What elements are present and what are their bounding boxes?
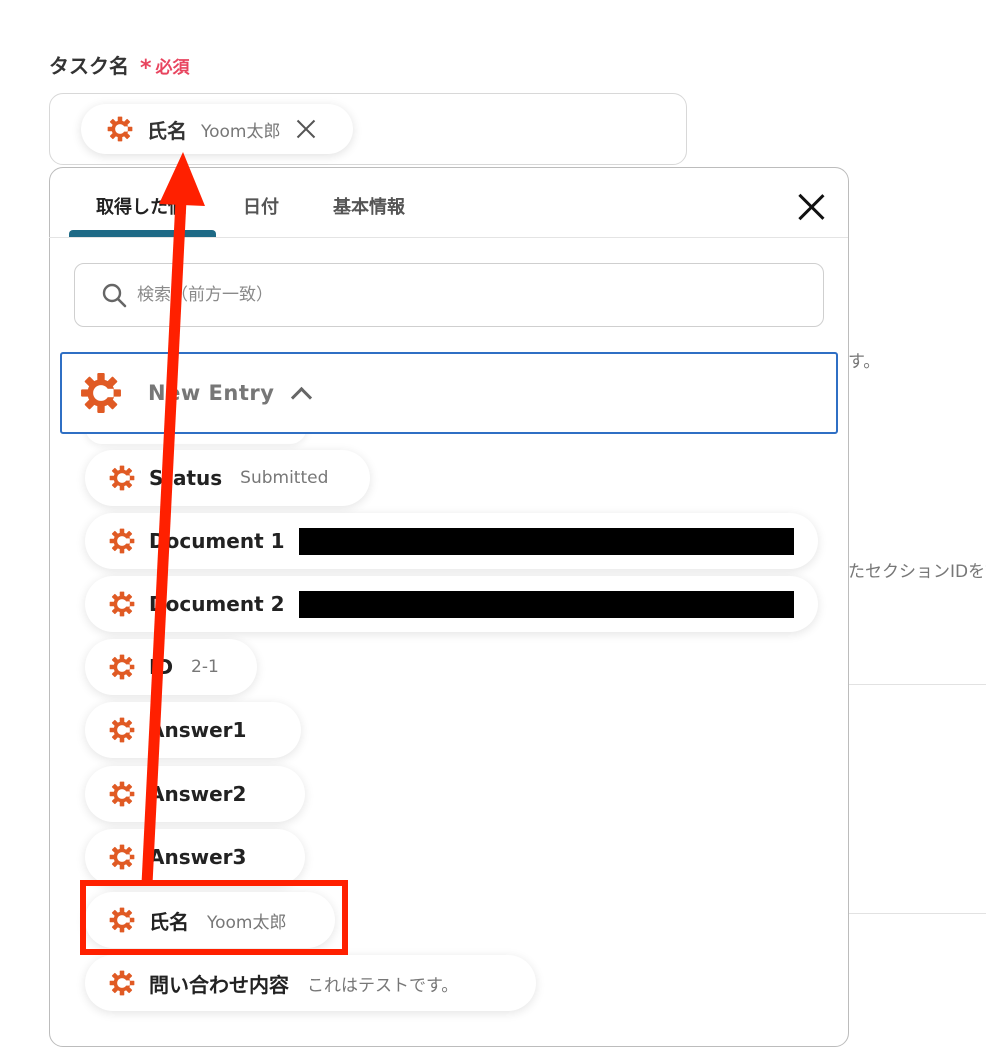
list-item-id[interactable]: ID 2-1 bbox=[85, 639, 257, 695]
required-indicator: * 必須 bbox=[139, 56, 190, 81]
tab-date[interactable]: 日付 bbox=[243, 193, 279, 219]
search-icon bbox=[102, 283, 127, 308]
chip-name: 氏名 bbox=[147, 118, 187, 143]
item-value: これはテストです。 bbox=[307, 975, 459, 996]
gear-c-icon bbox=[109, 907, 135, 933]
item-name: Answer2 bbox=[149, 782, 247, 806]
search-box[interactable] bbox=[74, 263, 824, 327]
list-item-answer3[interactable]: Answer3 bbox=[85, 829, 305, 885]
item-name: Document 2 bbox=[149, 592, 285, 616]
item-name: Answer3 bbox=[149, 845, 247, 869]
gear-c-icon bbox=[80, 372, 122, 414]
item-value: Yoom太郎 bbox=[207, 912, 287, 933]
item-name: Document 1 bbox=[149, 529, 285, 553]
gear-c-icon bbox=[109, 465, 135, 491]
field-value-chip[interactable]: 氏名 Yoom太郎 bbox=[81, 104, 353, 154]
chip-value: Yoom太郎 bbox=[201, 121, 281, 142]
gear-c-icon bbox=[107, 116, 133, 142]
tab-acquired-values[interactable]: 取得した値 bbox=[96, 193, 186, 219]
item-value: 2-1 bbox=[191, 657, 219, 677]
list-item-answer1[interactable]: Answer1 bbox=[85, 702, 301, 758]
list-item-inquiry-content[interactable]: 問い合わせ内容 これはテストです。 bbox=[85, 955, 536, 1011]
background-text: す。 bbox=[848, 352, 881, 372]
list-item-document-1[interactable]: Document 1 bbox=[85, 513, 818, 569]
list-item-document-2[interactable]: Document 2 bbox=[85, 576, 818, 632]
gear-c-icon bbox=[109, 591, 135, 617]
item-name: Status bbox=[149, 466, 223, 490]
item-name: 問い合わせ内容 bbox=[149, 972, 289, 997]
group-header-new-entry[interactable]: New Entry bbox=[60, 352, 838, 434]
gear-c-icon bbox=[109, 970, 135, 996]
field-label-text: タスク名 bbox=[49, 54, 129, 78]
group-title: New Entry bbox=[148, 381, 275, 405]
background-text: たセクションIDを設 bbox=[848, 562, 986, 582]
list-item-shimei[interactable]: 氏名 Yoom太郎 bbox=[85, 892, 335, 948]
item-name: ID bbox=[149, 655, 174, 679]
chevron-up-icon bbox=[291, 386, 313, 408]
gear-c-icon bbox=[109, 781, 135, 807]
list-item-status[interactable]: Status Submitted bbox=[85, 450, 370, 506]
item-name: Answer1 bbox=[149, 718, 247, 742]
divider bbox=[849, 913, 986, 914]
divider bbox=[849, 684, 986, 685]
tab-basic-info[interactable]: 基本情報 bbox=[333, 193, 405, 219]
field-label: タスク名 * 必須 bbox=[49, 50, 189, 81]
gear-c-icon bbox=[109, 654, 135, 680]
item-name: 氏名 bbox=[149, 909, 189, 934]
item-value: Submitted bbox=[240, 468, 329, 488]
list-item-answer2[interactable]: Answer2 bbox=[85, 766, 305, 822]
remove-chip-icon[interactable] bbox=[295, 118, 317, 140]
close-icon[interactable] bbox=[797, 193, 825, 221]
gear-c-icon bbox=[109, 717, 135, 743]
gear-c-icon bbox=[109, 844, 135, 870]
tab-divider bbox=[49, 237, 848, 238]
redacted-value bbox=[298, 590, 794, 618]
redacted-value bbox=[298, 527, 794, 555]
active-tab-indicator bbox=[69, 230, 216, 237]
gear-c-icon bbox=[109, 528, 135, 554]
search-input[interactable] bbox=[135, 284, 739, 306]
